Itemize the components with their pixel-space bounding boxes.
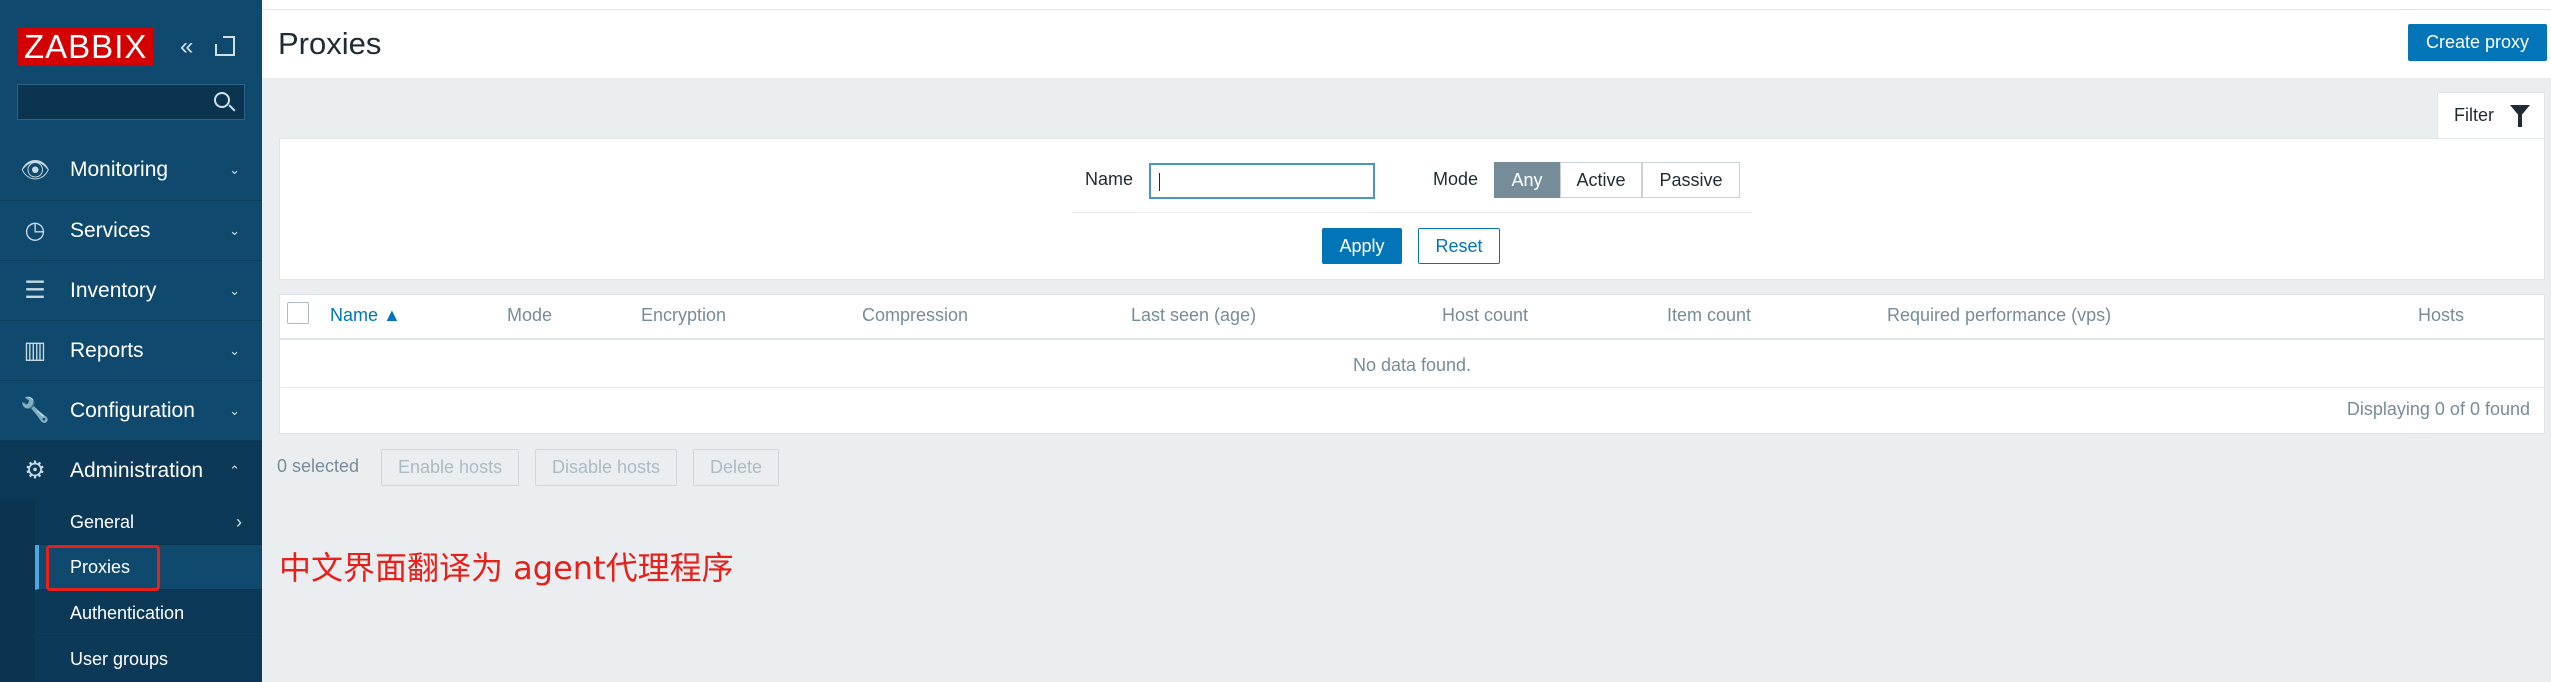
column-header-encryption: Encryption [641,305,727,325]
select-all-checkbox[interactable] [287,302,309,324]
filter-divider [1072,212,1752,213]
column-header-hosts: Hosts [2418,305,2465,325]
chevron-down-icon: ⌄ [229,162,240,177]
chevron-down-icon: ⌄ [229,342,240,358]
menu-item-label: Monitoring [70,158,169,181]
filter-tab-label: Filter [2454,105,2494,125]
selected-count: 0 selected [277,456,360,476]
filter-name-input[interactable] [1149,163,1375,199]
filter-mode-label: Mode [1433,169,1479,189]
kiosk-mode-icon[interactable] [215,36,235,56]
apply-button[interactable]: Apply [1322,228,1402,264]
column-header-compression: Compression [862,305,969,325]
column-header-item-count: Item count [1667,305,1752,325]
submenu-item-label: General [70,511,135,532]
chevron-down-icon: ⌄ [229,402,240,418]
column-header-required-performance: Required performance (vps) [1887,305,2112,325]
menu-item-label: Reports [70,338,144,362]
top-bar [262,0,2551,10]
column-header-mode: Mode [507,305,553,325]
page-header: Proxies Create proxy [262,10,2551,78]
column-header-host-count: Host count [1442,305,1529,325]
menu-item-reports[interactable]: ▥ Reports ⌄ [0,321,262,381]
filter-name-label: Name [1085,169,1134,189]
submenu-item-authentication[interactable]: Authentication [35,591,262,636]
no-data-message: No data found. [280,342,2544,388]
menu-item-label: Inventory [70,278,157,302]
menu-item-label: Services [70,218,151,242]
menu-item-label: Administration [70,458,204,482]
pagination-status: Displaying 0 of 0 found [2346,399,2530,419]
mode-any-button[interactable]: Any [1494,162,1560,198]
mode-active-button[interactable]: Active [1560,162,1642,198]
administration-submenu: General › Proxies Authentication User gr… [0,500,262,682]
zabbix-logo[interactable]: ZABBIX [18,28,154,66]
bar-chart-icon: ▥ [23,337,47,364]
filter-icon [2510,105,2530,127]
submenu-item-label: Authentication [70,602,185,623]
column-header-name[interactable]: Name ▲ [330,305,401,326]
page-title: Proxies [278,26,382,61]
chevron-up-icon: ⌃ [229,462,240,478]
submenu-item-label: User groups [70,648,169,669]
menu-item-monitoring[interactable]: 👁 Monitoring ⌄ [0,140,262,201]
collapse-sidebar-icon[interactable]: « [180,35,193,59]
chevron-down-icon: ⌄ [229,222,240,238]
delete-button[interactable]: Delete [693,449,780,486]
menu-item-administration[interactable]: ⚙ Administration ⌃ [0,441,262,501]
submenu-item-general[interactable]: General › [35,500,262,545]
annotation-highlight-box [46,545,160,591]
filter-tab[interactable]: Filter [2437,92,2545,138]
proxies-table: Name ▲ Mode Encryption Compression Last … [279,294,2545,434]
search-input[interactable] [17,84,245,120]
column-header-last-seen: Last seen (age) [1131,305,1257,325]
filter-panel [279,138,2545,280]
submenu-item-user-groups[interactable]: User groups [35,637,262,682]
reset-button[interactable]: Reset [1418,228,1500,264]
list-icon: ☰ [24,277,46,304]
table-header-row: Name ▲ Mode Encryption Compression Last … [280,295,2544,340]
menu-item-services[interactable]: ◷ Services ⌄ [0,201,262,261]
annotation-text: 中文界面翻译为 agent代理程序 [279,549,734,587]
submenu-indent [0,500,35,682]
chevron-down-icon: ⌄ [229,282,240,298]
main-menu: 👁 Monitoring ⌄ ◷ Services ⌄ ☰ Inventory … [0,140,262,501]
eye-icon: 👁 [20,156,51,184]
chevron-right-icon: › [236,511,242,532]
sidebar: ZABBIX « 👁 Monitoring ⌄ ◷ Services ⌄ ☰ I… [0,0,262,682]
logo-row: ZABBIX [18,28,154,66]
gear-icon: ⚙ [24,457,46,484]
disable-hosts-button[interactable]: Disable hosts [535,449,678,486]
wrench-icon: 🔧 [20,397,50,424]
enable-hosts-button[interactable]: Enable hosts [381,449,520,486]
search-icon[interactable] [214,92,230,108]
mode-passive-button[interactable]: Passive [1642,162,1740,198]
menu-item-inventory[interactable]: ☰ Inventory ⌄ [0,261,262,321]
menu-item-label: Configuration [70,398,195,422]
menu-item-configuration[interactable]: 🔧 Configuration ⌄ [0,381,262,441]
create-proxy-button[interactable]: Create proxy [2407,24,2547,61]
clock-icon: ◷ [24,217,46,244]
